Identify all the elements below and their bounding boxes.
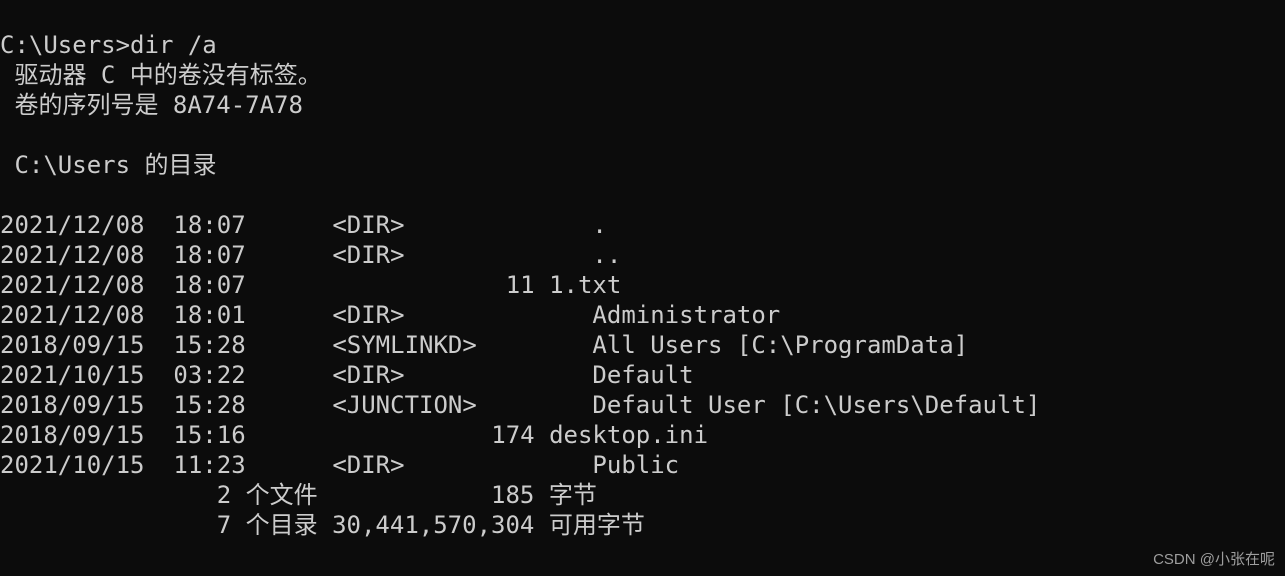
csdn-watermark: CSDN @小张在呢 <box>1153 551 1275 570</box>
terminal-output[interactable]: C:\Users>dir /a 驱动器 C 中的卷没有标签。 卷的序列号是 8A… <box>0 0 1285 540</box>
serial-number-line: 卷的序列号是 8A74-7A78 <box>0 91 303 119</box>
directory-listing: 2021/12/08 18:07 <DIR> . 2021/12/08 18:0… <box>0 210 1285 480</box>
command-text: dir /a <box>130 31 217 59</box>
volume-info-line: 驱动器 C 中的卷没有标签。 <box>0 61 322 89</box>
prompt: C:\Users> <box>0 31 130 59</box>
summary-block: 2 个文件 185 字节 7 个目录 30,441,570,304 可用字节 <box>0 480 1285 540</box>
directory-of-line: C:\Users 的目录 <box>0 151 217 179</box>
